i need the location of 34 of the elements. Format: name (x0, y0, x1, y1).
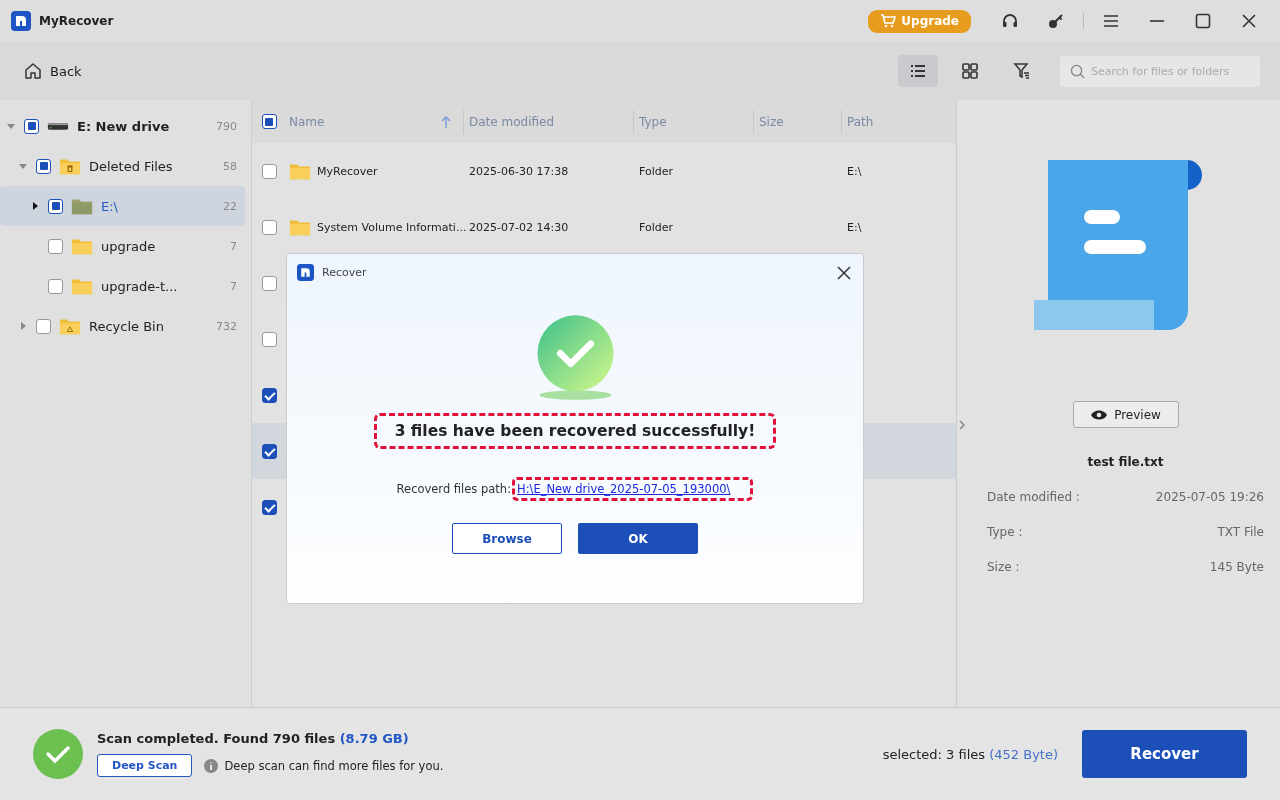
tree-label: upgrade-t... (101, 278, 179, 294)
item-count: 7 (230, 279, 237, 293)
field-value: TXT File (1217, 524, 1264, 539)
file-name: MyRecover (317, 164, 378, 178)
tree-label: E: New drive (77, 118, 171, 134)
date-cell-text: 2025-06-30 17:38 (468, 164, 570, 178)
item-count: 790 (216, 119, 237, 133)
field-label: Date modified : (987, 489, 1080, 504)
type-cell-text: Folder (638, 220, 674, 234)
tree-label: Recycle Bin (89, 318, 165, 334)
item-count: 732 (216, 319, 237, 333)
file-name: System Volume Informati... (317, 220, 467, 234)
type-cell-text: Folder (638, 164, 674, 178)
file-name: test file.txt (1087, 455, 1164, 469)
field-label: Type : (987, 524, 1023, 539)
tree-label: Deleted Files (89, 158, 174, 174)
item-count: 7 (230, 239, 237, 253)
path-cell-text: E:\ (846, 164, 863, 178)
tree-label: upgrade (101, 238, 157, 254)
deep-scan-hint: Deep scan can find more files for you. (224, 758, 444, 773)
path-cell-text: E:\ (846, 220, 863, 234)
success-message: 3 files have been recovered successfully! (373, 413, 777, 449)
item-count: 58 (223, 159, 237, 173)
dialog-title: Recover (322, 266, 367, 279)
path-label: Recoverd files path: (396, 482, 512, 496)
item-count: 22 (223, 199, 237, 213)
field-label: Size : (987, 559, 1020, 574)
app-title: MyRecover (39, 14, 114, 28)
field-value: 2025-07-05 19:26 (1155, 489, 1264, 504)
selected-summary: selected: 3 files (452 Byte) (882, 746, 1058, 762)
tree-label: E:\ (101, 198, 119, 214)
scan-summary: Scan completed. Found 790 files (8.79 GB) (97, 731, 410, 746)
field-value: 145 Byte (1209, 559, 1264, 574)
date-cell-text: 2025-07-02 14:30 (468, 220, 570, 234)
